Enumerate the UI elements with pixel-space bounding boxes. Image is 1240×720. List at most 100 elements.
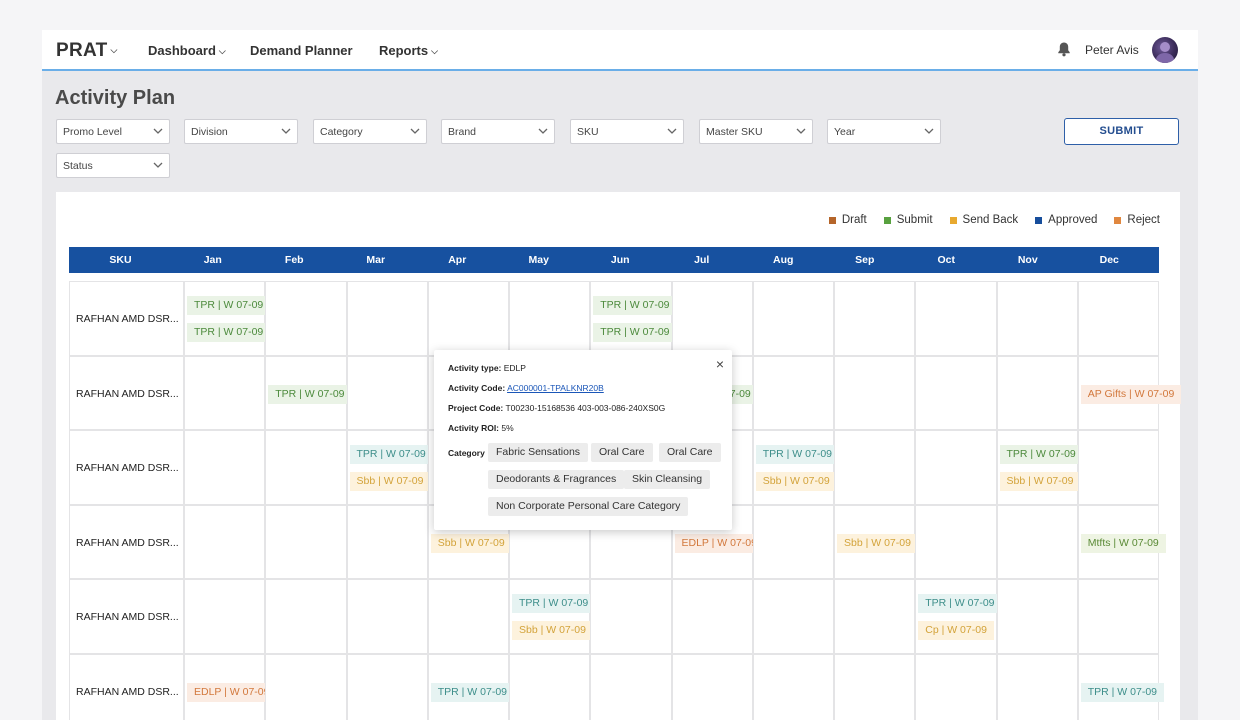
- month-cell[interactable]: [752, 355, 834, 430]
- nav-reports[interactable]: Reports ⌵: [379, 43, 438, 58]
- filter-brand[interactable]: Brand: [441, 119, 555, 144]
- month-cell[interactable]: [184, 504, 266, 579]
- month-cell[interactable]: TPR | W 07-09: [1077, 653, 1164, 720]
- activity-tag[interactable]: TPR | W 07-09: [593, 323, 677, 342]
- month-cell[interactable]: Mtfts | W 07-09: [1077, 504, 1166, 579]
- month-cell[interactable]: [996, 653, 1078, 720]
- filter-category[interactable]: Category: [313, 119, 427, 144]
- month-cell[interactable]: [427, 579, 509, 654]
- activity-tag[interactable]: EDLP | W 07-09: [674, 533, 764, 553]
- month-cell[interactable]: [184, 430, 266, 505]
- month-cell[interactable]: AP Gifts | W 07-09: [1077, 355, 1182, 430]
- activity-tag[interactable]: TPR | W 07-09: [430, 682, 514, 702]
- month-cell[interactable]: [590, 653, 672, 720]
- month-cell[interactable]: [427, 281, 509, 356]
- month-cell[interactable]: TPR | W 07-09 TPR | W 07-09: [590, 281, 677, 356]
- activity-tag[interactable]: EDLP | W 07-09: [187, 682, 277, 702]
- month-cell[interactable]: [1077, 579, 1159, 654]
- month-cell[interactable]: TPR | W 07-09 Sbb | W 07-09: [509, 579, 596, 654]
- activity-tag[interactable]: TPR | W 07-09: [187, 296, 271, 315]
- month-cell[interactable]: [671, 653, 753, 720]
- month-cell[interactable]: TPR | W 07-09: [265, 355, 352, 430]
- close-icon[interactable]: ×: [716, 356, 724, 372]
- month-cell[interactable]: TPR | W 07-09 Sbb | W 07-09: [996, 430, 1083, 505]
- month-cell[interactable]: [752, 504, 834, 579]
- filter-year[interactable]: Year: [827, 119, 941, 144]
- activity-tag[interactable]: TPR | W 07-09: [918, 594, 1002, 613]
- activity-tag[interactable]: AP Gifts | W 07-09: [1080, 384, 1182, 404]
- month-cell[interactable]: [834, 281, 916, 356]
- month-cell[interactable]: [346, 281, 428, 356]
- month-cell[interactable]: [915, 281, 997, 356]
- activity-tag[interactable]: TPR | W 07-09: [593, 296, 677, 315]
- activity-tag[interactable]: TPR | W 07-09: [1080, 682, 1164, 702]
- activity-tag[interactable]: Sbb | W 07-09: [837, 533, 918, 553]
- month-cell[interactable]: [346, 653, 428, 720]
- month-cell[interactable]: [915, 430, 997, 505]
- month-cell[interactable]: [915, 504, 997, 579]
- month-cell[interactable]: [265, 504, 347, 579]
- month-cell[interactable]: [346, 579, 428, 654]
- filter-sku[interactable]: SKU: [570, 119, 684, 144]
- month-cell[interactable]: [265, 579, 347, 654]
- month-cell[interactable]: TPR | W 07-09 TPR | W 07-09: [184, 281, 271, 356]
- month-cell[interactable]: TPR | W 07-09 Sbb | W 07-09: [752, 430, 839, 505]
- month-cell[interactable]: Sbb | W 07-09: [834, 504, 918, 579]
- activity-tag[interactable]: TPR | W 07-09: [999, 445, 1083, 464]
- month-cell[interactable]: [590, 579, 672, 654]
- nav-demand-planner[interactable]: Demand Planner: [250, 43, 353, 58]
- activity-tag[interactable]: Sbb | W 07-09: [430, 533, 512, 553]
- activity-tag[interactable]: Sbb | W 07-09: [999, 472, 1081, 491]
- activity-tag[interactable]: TPR | W 07-09: [268, 384, 352, 404]
- activity-tag[interactable]: Sbb | W 07-09: [755, 472, 837, 491]
- filter-promo-level[interactable]: Promo Level: [56, 119, 170, 144]
- month-cell[interactable]: [996, 355, 1078, 430]
- submit-button[interactable]: SUBMIT: [1064, 118, 1179, 145]
- month-cell[interactable]: [915, 355, 997, 430]
- month-cell[interactable]: [509, 653, 591, 720]
- month-cell[interactable]: [265, 281, 347, 356]
- month-cell[interactable]: TPR | W 07-09 Cp | W 07-09: [915, 579, 1002, 654]
- activity-tag[interactable]: TPR | W 07-09: [512, 594, 596, 613]
- user-avatar[interactable]: [1152, 37, 1178, 63]
- month-cell[interactable]: [184, 579, 266, 654]
- month-cell[interactable]: TPR | W 07-09: [427, 653, 514, 720]
- month-cell[interactable]: [834, 653, 916, 720]
- month-cell[interactable]: TPR | W 07-09 Sbb | W 07-09: [346, 430, 433, 505]
- month-cell[interactable]: [265, 653, 347, 720]
- activity-tag[interactable]: TPR | W 07-09: [187, 323, 271, 342]
- month-cell[interactable]: [834, 355, 916, 430]
- activity-tag[interactable]: Sbb | W 07-09: [512, 621, 593, 640]
- month-cell[interactable]: [834, 579, 916, 654]
- activity-tag[interactable]: TPR | W 07-09: [349, 445, 433, 464]
- activity-code-link[interactable]: AC000001-TPALKNR20B: [507, 383, 604, 393]
- user-name[interactable]: Peter Avis: [1085, 43, 1139, 57]
- activity-tag[interactable]: Mtfts | W 07-09: [1080, 533, 1166, 553]
- month-cell[interactable]: [752, 579, 834, 654]
- month-cell[interactable]: [1077, 281, 1159, 356]
- filter-master-sku[interactable]: Master SKU: [699, 119, 813, 144]
- month-cell[interactable]: [671, 579, 753, 654]
- app-logo-menu[interactable]: PRAT ⌵: [56, 40, 118, 62]
- filter-division[interactable]: Division: [184, 119, 298, 144]
- month-cell[interactable]: [834, 430, 916, 505]
- month-cell[interactable]: [346, 355, 428, 430]
- month-cell[interactable]: [346, 504, 428, 579]
- bell-icon[interactable]: [1056, 41, 1072, 57]
- month-cell[interactable]: [1077, 430, 1159, 505]
- month-cell[interactable]: [509, 281, 591, 356]
- month-cell[interactable]: [915, 653, 997, 720]
- nav-dashboard[interactable]: Dashboard ⌵: [148, 43, 226, 58]
- month-cell[interactable]: [996, 504, 1078, 579]
- month-cell[interactable]: EDLP | W 07-09: [184, 653, 277, 720]
- month-cell[interactable]: [996, 281, 1078, 356]
- activity-tag[interactable]: Sbb | W 07-09: [349, 472, 431, 491]
- month-cell[interactable]: [752, 281, 834, 356]
- filter-status[interactable]: Status: [56, 153, 170, 178]
- month-cell[interactable]: [265, 430, 347, 505]
- month-cell[interactable]: [184, 355, 266, 430]
- month-cell[interactable]: [752, 653, 834, 720]
- month-cell[interactable]: [996, 579, 1078, 654]
- activity-tag[interactable]: TPR | W 07-09: [755, 445, 839, 464]
- month-cell[interactable]: [671, 281, 753, 356]
